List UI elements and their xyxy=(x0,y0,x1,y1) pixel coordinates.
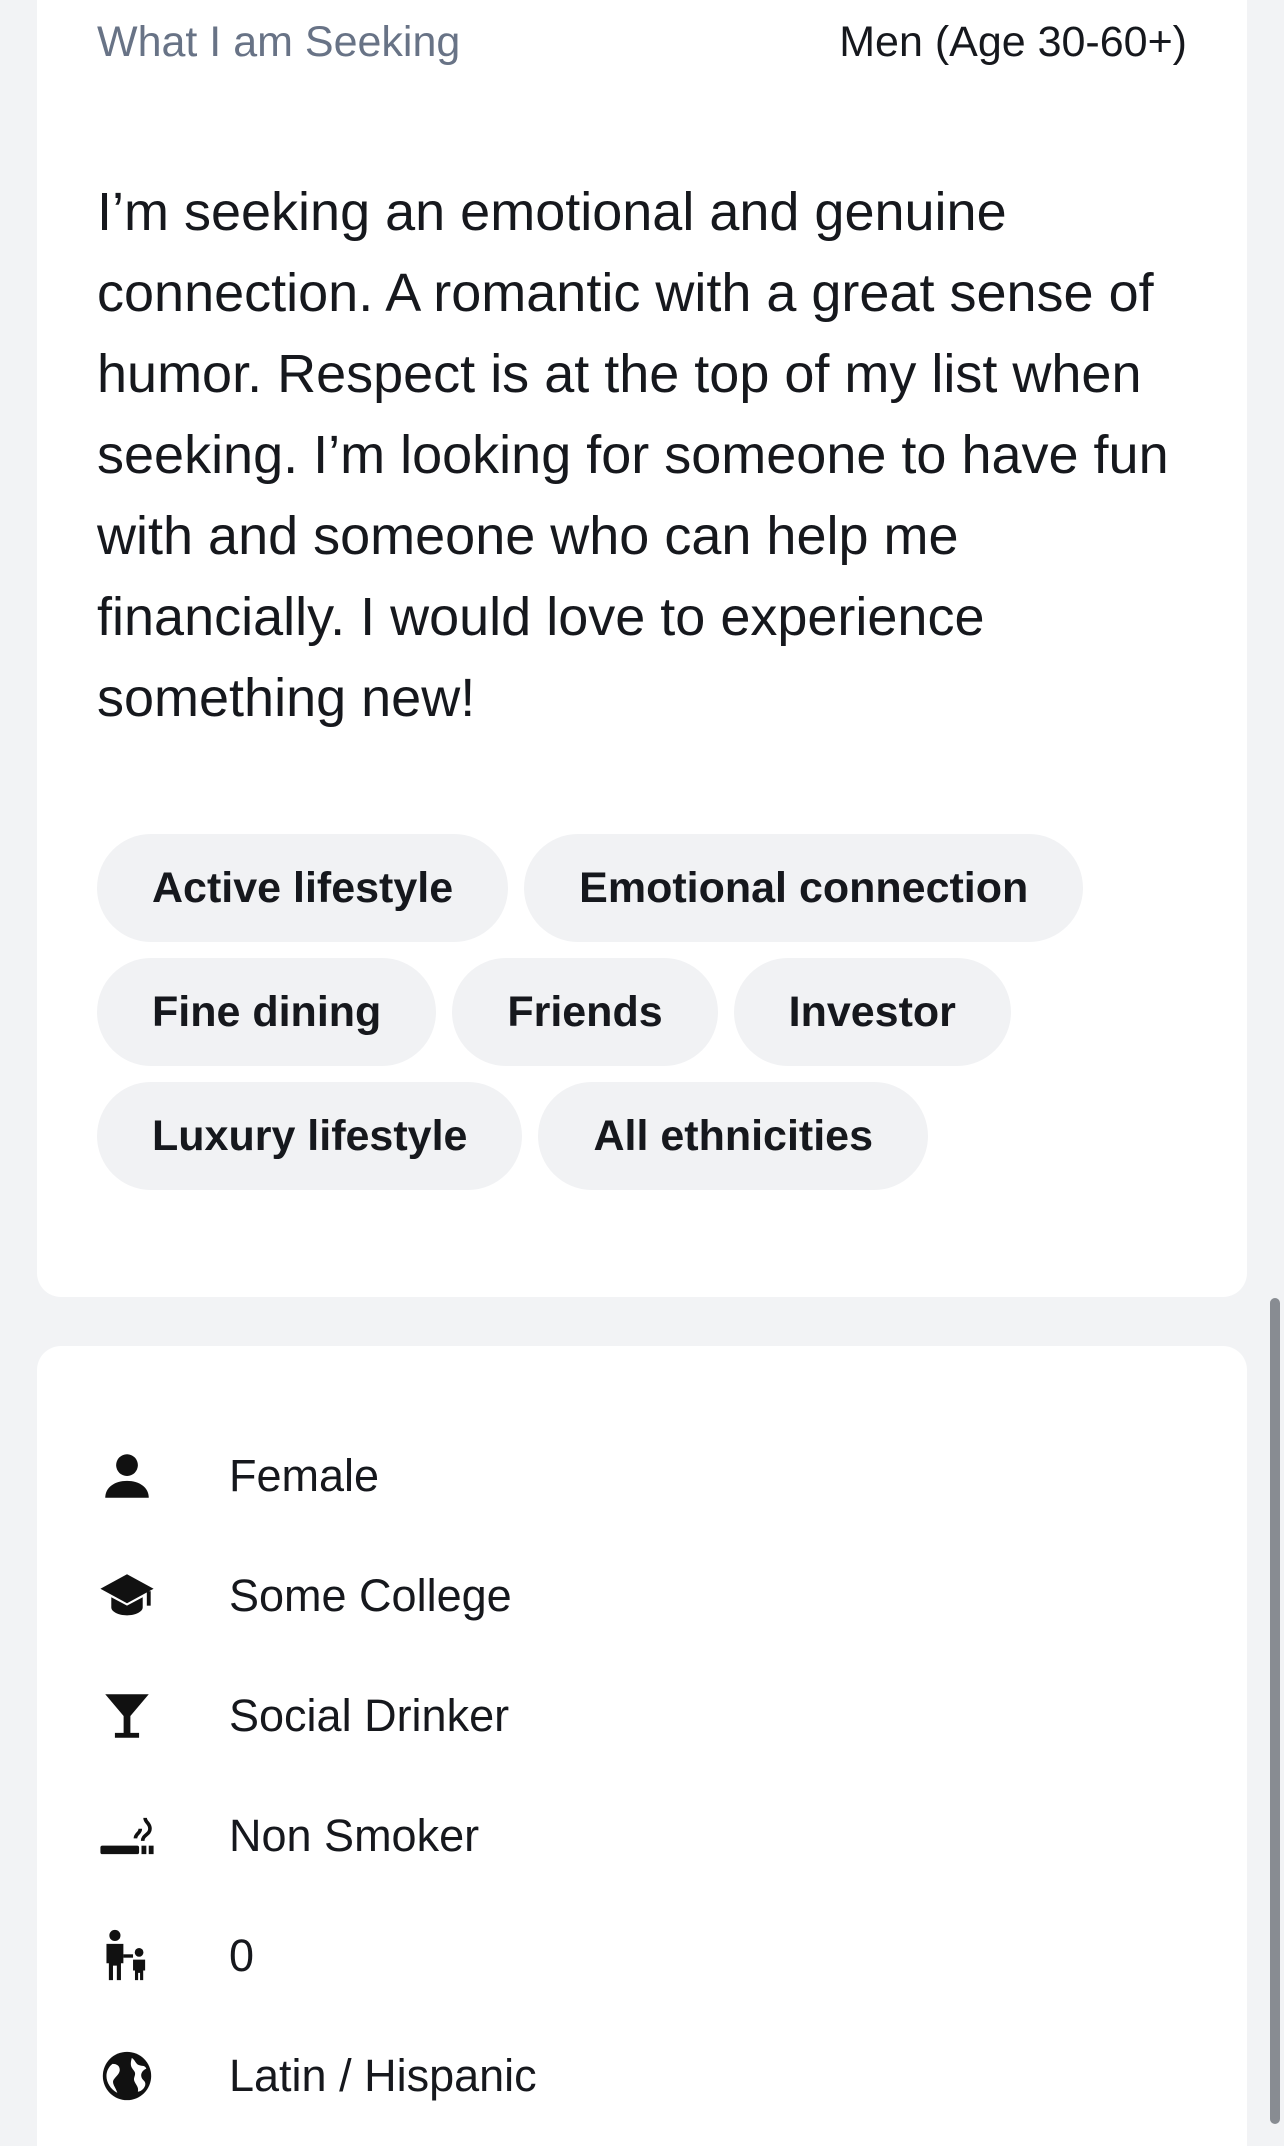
cocktail-glass-icon xyxy=(97,1686,157,1746)
seeking-header: What I am Seeking Men (Age 30-60+) xyxy=(97,12,1187,72)
seeking-description: I’m seeking an emotional and genuine con… xyxy=(97,182,1169,728)
smoking-icon xyxy=(97,1806,157,1866)
graduation-cap-icon xyxy=(97,1566,157,1626)
tag-luxury-lifestyle: Luxury lifestyle xyxy=(97,1082,523,1190)
parent-child-icon xyxy=(97,1926,157,1986)
person-icon xyxy=(97,1446,157,1506)
detail-drinking-value: Social Drinker xyxy=(229,1690,510,1741)
tag-fine-dining: Fine dining xyxy=(97,958,437,1066)
seeking-target: Men (Age 30-60+) xyxy=(839,17,1187,66)
tag-emotional-connection: Emotional connection xyxy=(524,834,1084,942)
detail-gender: Female xyxy=(97,1416,1177,1536)
detail-children-value: 0 xyxy=(229,1930,255,1981)
seeking-tags: Active lifestyle Emotional connection Fi… xyxy=(97,834,1177,1190)
tag-all-ethnicities: All ethnicities xyxy=(538,1082,929,1190)
detail-smoking: Non Smoker xyxy=(97,1776,1177,1896)
detail-education-value: Some College xyxy=(229,1570,512,1621)
scrollbar[interactable] xyxy=(1270,1298,1280,2124)
tag-investor: Investor xyxy=(733,958,1011,1066)
detail-ethnicity: Latin / Hispanic xyxy=(97,2016,1177,2136)
seeking-card: What I am Seeking Men (Age 30-60+) I’m s… xyxy=(37,0,1247,1297)
detail-gender-value: Female xyxy=(229,1450,380,1501)
detail-children: 0 xyxy=(97,1896,1177,2016)
details-card: Female Some College Social Drinker Non S… xyxy=(37,1346,1247,2146)
globe-icon xyxy=(97,2046,157,2106)
tag-friends: Friends xyxy=(452,958,718,1066)
detail-ethnicity-value: Latin / Hispanic xyxy=(229,2050,537,2101)
detail-smoking-value: Non Smoker xyxy=(229,1810,480,1861)
detail-drinking: Social Drinker xyxy=(97,1656,1177,1776)
details-list: Female Some College Social Drinker Non S… xyxy=(97,1416,1177,2136)
tag-active-lifestyle: Active lifestyle xyxy=(97,834,509,942)
detail-education: Some College xyxy=(97,1536,1177,1656)
seeking-label: What I am Seeking xyxy=(97,17,461,66)
